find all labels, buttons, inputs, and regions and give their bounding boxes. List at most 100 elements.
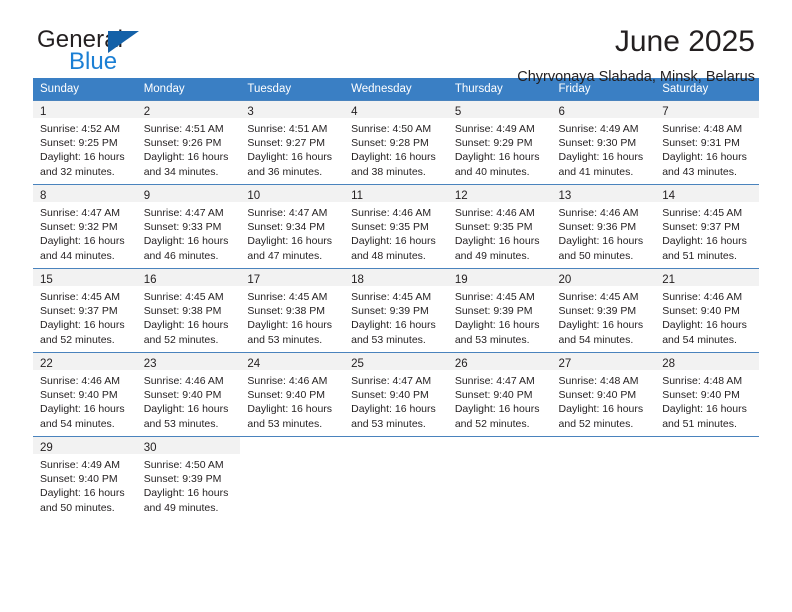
- calendar-day-cell[interactable]: 28 Sunrise: 4:48 AM Sunset: 9:40 PM Dayligh…: [655, 352, 759, 437]
- sunset-text: Sunset: 9:35 PM: [454, 221, 533, 234]
- calendar-day-cell[interactable]: 8 Sunrise: 4:47 AM Sunset: 9:32 PM Daylight…: [33, 184, 137, 269]
- day-details: Sunrise: 4:47 AM Sunset: 9:40 PM Daylight:…: [448, 370, 552, 431]
- daylight-text-line1: Daylight: 16 hours: [143, 319, 229, 332]
- weekday-header-tuesday: Tuesday: [240, 78, 345, 101]
- daylight-text-line2: and 52 minutes.: [454, 417, 530, 430]
- daylight-text-line1: Daylight: 16 hours: [40, 235, 125, 248]
- calendar-day-cell[interactable]: 24 Sunrise: 4:46 AM Sunset: 9:40 PM Dayligh…: [240, 352, 345, 437]
- daylight-text-line1: Daylight: 16 hours: [558, 403, 644, 416]
- calendar-day-cell[interactable]: 11 Sunrise: 4:46 AM Sunset: 9:35 PM Dayligh…: [344, 184, 448, 269]
- daylight-text-line2: and 36 minutes.: [247, 165, 323, 178]
- sunset-text: Sunset: 9:25 PM: [40, 137, 118, 150]
- calendar-day-cell[interactable]: 3 Sunrise: 4:51 AM Sunset: 9:27 PM Daylight…: [240, 100, 345, 185]
- calendar-day-cell[interactable]: 16 Sunrise: 4:45 AM Sunset: 9:38 PM Dayligh…: [136, 268, 241, 353]
- calendar-day-cell[interactable]: 22 Sunrise: 4:46 AM Sunset: 9:40 PM Dayligh…: [33, 352, 137, 437]
- sunrise-text: Sunrise: 4:49 AM: [40, 459, 120, 471]
- calendar-day-cell[interactable]: 27 Sunrise: 4:48 AM Sunset: 9:40 PM Dayligh…: [551, 352, 656, 437]
- calendar-day-cell[interactable]: 19 Sunrise: 4:45 AM Sunset: 9:39 PM Dayligh…: [447, 268, 552, 353]
- day-details: Sunrise: 4:48 AM Sunset: 9:31 PM Daylight:…: [655, 118, 759, 179]
- calendar-day-cell[interactable]: 7 Sunrise: 4:48 AM Sunset: 9:31 PM Daylight…: [655, 100, 759, 185]
- sunset-text: Sunset: 9:33 PM: [143, 221, 222, 234]
- day-number: 19: [454, 274, 468, 286]
- calendar-day-cell[interactable]: 17 Sunrise: 4:45 AM Sunset: 9:38 PM Dayligh…: [240, 268, 345, 353]
- sunrise-text: Sunrise: 4:48 AM: [662, 375, 743, 387]
- day-number-bar: 11: [344, 185, 448, 202]
- sunrise-text: Sunrise: 4:45 AM: [454, 291, 535, 303]
- day-details: Sunrise: 4:45 AM Sunset: 9:38 PM Daylight:…: [137, 286, 241, 347]
- daylight-text-line1: Daylight: 16 hours: [143, 487, 229, 500]
- day-number: 13: [558, 190, 572, 202]
- calendar-day-cell[interactable]: 6 Sunrise: 4:49 AM Sunset: 9:30 PM Daylight…: [551, 100, 656, 185]
- sunset-text: Sunset: 9:30 PM: [558, 137, 637, 150]
- day-number-bar: 13: [551, 185, 656, 202]
- calendar-day-cell[interactable]: 4 Sunrise: 4:50 AM Sunset: 9:28 PM Daylight…: [344, 100, 448, 185]
- sunrise-text: Sunrise: 4:47 AM: [351, 375, 432, 387]
- daylight-text-line1: Daylight: 16 hours: [247, 151, 333, 164]
- day-details: Sunrise: 4:51 AM Sunset: 9:27 PM Daylight:…: [240, 118, 344, 179]
- sunrise-text: Sunrise: 4:50 AM: [143, 459, 224, 471]
- daylight-text-line2: and 47 minutes.: [247, 249, 323, 262]
- day-cell-inner: 16 Sunrise: 4:45 AM Sunset: 9:38 PM Dayligh…: [136, 269, 241, 352]
- calendar-day-cell[interactable]: 18 Sunrise: 4:45 AM Sunset: 9:39 PM Dayligh…: [344, 268, 448, 353]
- calendar-day-cell[interactable]: 1 Sunrise: 4:52 AM Sunset: 9:25 PM Daylight…: [33, 100, 137, 185]
- daylight-text-line2: and 54 minutes.: [40, 417, 115, 430]
- day-details: Sunrise: 4:49 AM Sunset: 9:29 PM Daylight:…: [448, 118, 552, 179]
- calendar-day-cell[interactable]: 2 Sunrise: 4:51 AM Sunset: 9:26 PM Daylight…: [136, 100, 241, 185]
- calendar-day-cell[interactable]: 12 Sunrise: 4:46 AM Sunset: 9:35 PM Dayligh…: [447, 184, 552, 269]
- day-number-bar: 10: [240, 185, 345, 202]
- daylight-text-line1: Daylight: 16 hours: [662, 151, 747, 164]
- day-details: Sunrise: 4:46 AM Sunset: 9:35 PM Daylight:…: [344, 202, 448, 263]
- daylight-text-line1: Daylight: 16 hours: [351, 151, 436, 164]
- calendar-day-cell[interactable]: 25 Sunrise: 4:47 AM Sunset: 9:40 PM Dayligh…: [344, 352, 448, 437]
- day-details: Sunrise: 4:46 AM Sunset: 9:35 PM Daylight:…: [448, 202, 552, 263]
- calendar-day-cell[interactable]: 20 Sunrise: 4:45 AM Sunset: 9:39 PM Dayligh…: [551, 268, 656, 353]
- sunrise-text: Sunrise: 4:46 AM: [351, 207, 432, 219]
- calendar-day-cell[interactable]: 15 Sunrise: 4:45 AM Sunset: 9:37 PM Dayligh…: [33, 268, 137, 353]
- calendar-day-cell[interactable]: 30 Sunrise: 4:50 AM Sunset: 9:39 PM Dayligh…: [136, 436, 241, 520]
- day-number: 28: [662, 358, 676, 370]
- calendar-day-cell[interactable]: 29 Sunrise: 4:49 AM Sunset: 9:40 PM Dayligh…: [33, 436, 137, 520]
- calendar-week-row: 1 Sunrise: 4:52 AM Sunset: 9:25 PM Daylight…: [33, 100, 759, 185]
- title-block: June 2025 Chyrvonaya Slabada, Minsk, Bel…: [517, 24, 755, 87]
- day-number-bar: 19: [447, 269, 552, 286]
- day-number: 18: [351, 274, 364, 286]
- day-details: Sunrise: 4:48 AM Sunset: 9:40 PM Daylight:…: [552, 370, 656, 431]
- daylight-text-line2: and 52 minutes.: [143, 333, 219, 346]
- generalblue-logo[interactable]: General Blue: [37, 27, 217, 79]
- sunrise-text: Sunrise: 4:52 AM: [40, 123, 120, 135]
- daylight-text-line1: Daylight: 16 hours: [662, 235, 747, 248]
- sunset-text: Sunset: 9:36 PM: [558, 221, 637, 234]
- daylight-text-line1: Daylight: 16 hours: [247, 235, 333, 248]
- day-number-bar: 24: [240, 353, 345, 370]
- sunrise-text: Sunrise: 4:50 AM: [351, 123, 432, 135]
- day-number-bar: 21: [655, 269, 759, 286]
- calendar-day-cell[interactable]: 23 Sunrise: 4:46 AM Sunset: 9:40 PM Dayligh…: [136, 352, 241, 437]
- daylight-text-line1: Daylight: 16 hours: [454, 151, 540, 164]
- day-cell-inner: 5 Sunrise: 4:49 AM Sunset: 9:29 PM Daylight…: [447, 101, 552, 184]
- weekday-header-wednesday: Wednesday: [344, 78, 448, 101]
- calendar-day-cell[interactable]: 14 Sunrise: 4:45 AM Sunset: 9:37 PM Dayligh…: [655, 184, 759, 269]
- calendar-day-cell[interactable]: 13 Sunrise: 4:46 AM Sunset: 9:36 PM Dayligh…: [551, 184, 656, 269]
- day-number: 25: [351, 358, 364, 370]
- sunrise-text: Sunrise: 4:46 AM: [662, 291, 743, 303]
- day-number-bar: 18: [344, 269, 448, 286]
- day-number-bar: 4: [344, 101, 448, 118]
- day-details: Sunrise: 4:46 AM Sunset: 9:40 PM Daylight:…: [137, 370, 241, 431]
- calendar-week-row: 22 Sunrise: 4:46 AM Sunset: 9:40 PM Dayligh…: [33, 352, 759, 437]
- calendar-page: General Blue June 2025 Chyrvonaya Slabad…: [0, 0, 792, 612]
- day-number-bar: 25: [344, 353, 448, 370]
- calendar-day-cell[interactable]: 5 Sunrise: 4:49 AM Sunset: 9:29 PM Daylight…: [447, 100, 552, 185]
- sunset-text: Sunset: 9:34 PM: [247, 221, 326, 234]
- day-details: Sunrise: 4:47 AM Sunset: 9:40 PM Daylight:…: [344, 370, 448, 431]
- calendar-day-cell[interactable]: 26 Sunrise: 4:47 AM Sunset: 9:40 PM Dayligh…: [447, 352, 552, 437]
- daylight-text-line2: and 44 minutes.: [40, 249, 115, 262]
- day-number: 23: [143, 358, 157, 370]
- calendar-day-cell[interactable]: 21 Sunrise: 4:46 AM Sunset: 9:40 PM Dayligh…: [655, 268, 759, 353]
- daylight-text-line2: and 48 minutes.: [351, 249, 426, 262]
- sunset-text: Sunset: 9:35 PM: [351, 221, 429, 234]
- daylight-text-line1: Daylight: 16 hours: [40, 487, 125, 500]
- daylight-text-line2: and 53 minutes.: [351, 417, 426, 430]
- day-cell-inner: 19 Sunrise: 4:45 AM Sunset: 9:39 PM Dayligh…: [447, 269, 552, 352]
- calendar-day-cell[interactable]: 9 Sunrise: 4:47 AM Sunset: 9:33 PM Daylight…: [136, 184, 241, 269]
- calendar-day-cell[interactable]: 10 Sunrise: 4:47 AM Sunset: 9:34 PM Dayligh…: [240, 184, 345, 269]
